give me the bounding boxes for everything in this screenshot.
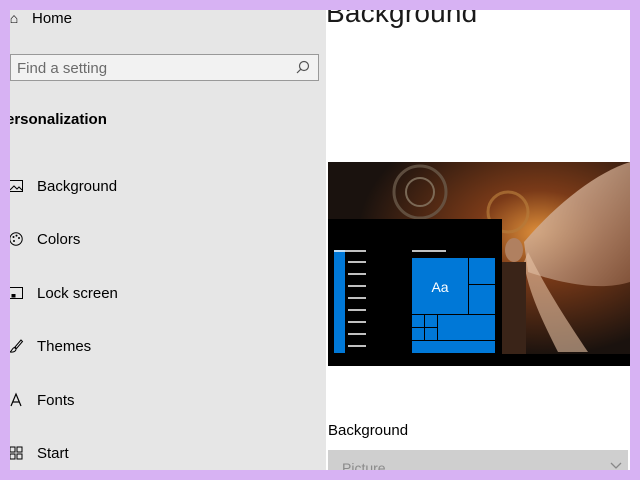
sidebar-item-label: Colors xyxy=(37,230,81,248)
picture-icon xyxy=(10,180,23,192)
sidebar-item-themes[interactable]: Themes xyxy=(10,329,326,363)
sidebar-item-label: Themes xyxy=(37,337,92,355)
main-content: Background Aa Background Picture xyxy=(326,10,630,470)
sidebar-item-colors[interactable]: Colors xyxy=(10,222,326,256)
wallpaper-image: Aa xyxy=(328,162,630,366)
chevron-down-icon xyxy=(610,462,622,469)
sidebar-item-lock-screen[interactable]: Lock screen xyxy=(10,276,326,310)
start-icon xyxy=(10,446,23,460)
section-title: ersonalization xyxy=(10,111,107,128)
sidebar-item-background[interactable]: Background xyxy=(10,169,326,203)
search-placeholder: Find a setting xyxy=(17,60,108,77)
background-type-dropdown[interactable]: Picture xyxy=(328,450,628,470)
brush-icon xyxy=(10,339,24,353)
home-nav-item[interactable]: ⌂ Home xyxy=(10,10,72,30)
palette-icon xyxy=(10,232,23,246)
page-title: Background xyxy=(326,10,478,28)
home-label: Home xyxy=(32,10,73,27)
sidebar-item-fonts[interactable]: Fonts xyxy=(10,383,326,417)
preview-sample-text: Aa xyxy=(431,279,448,295)
search-icon xyxy=(296,60,310,74)
lock-screen-icon xyxy=(10,287,23,299)
sidebar-item-label: Lock screen xyxy=(37,284,118,302)
background-label: Background xyxy=(328,422,409,439)
sidebar-item-start[interactable]: Start xyxy=(10,436,326,470)
sidebar-item-label: Fonts xyxy=(37,391,75,409)
home-icon: ⌂ xyxy=(10,10,19,26)
sidebar-item-label: Start xyxy=(37,444,69,462)
sidebar: ⌂ Home Find a setting ersonalization Bac… xyxy=(10,10,326,470)
search-box[interactable]: Find a setting xyxy=(10,54,319,81)
dropdown-value: Picture xyxy=(342,460,386,470)
font-icon xyxy=(10,392,22,407)
background-preview: Aa xyxy=(328,162,630,366)
sidebar-item-label: Background xyxy=(37,177,118,195)
settings-window: ⌂ Home Find a setting ersonalization Bac… xyxy=(10,10,630,470)
